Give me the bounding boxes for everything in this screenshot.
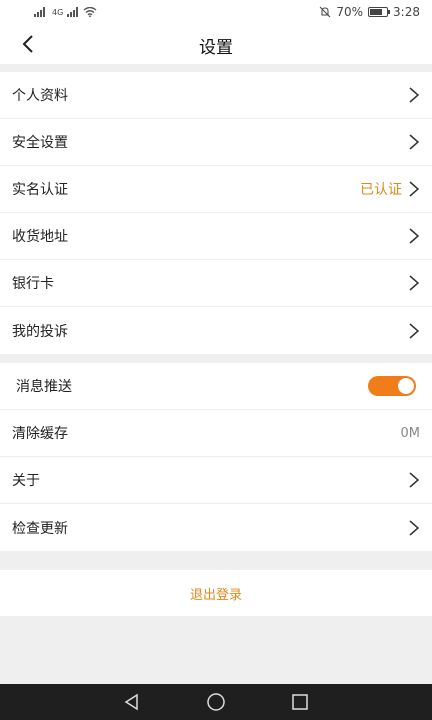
- status-right: 70% 3:28: [319, 5, 420, 19]
- mute-icon: [320, 6, 331, 18]
- clock: 3:28: [393, 5, 420, 19]
- row-clear-cache[interactable]: 清除缓存 0M: [0, 410, 432, 457]
- row-address[interactable]: 收货地址: [0, 213, 432, 260]
- row-label: 我的投诉: [12, 323, 68, 340]
- wifi-icon: [83, 7, 97, 17]
- row-label: 消息推送: [16, 379, 72, 395]
- chevron-right-icon: [409, 322, 420, 339]
- row-label: 检查更新: [12, 520, 68, 537]
- nav-bar: 设置: [0, 24, 432, 64]
- row-label: 安全设置: [12, 135, 68, 151]
- row-label: 关于: [12, 473, 40, 489]
- recents-square-icon: [292, 694, 308, 710]
- row-complaints[interactable]: 我的投诉: [0, 307, 432, 354]
- network-type: 4G: [52, 7, 64, 17]
- system-nav-bar: [0, 684, 432, 720]
- system-home-button[interactable]: [204, 690, 228, 714]
- battery-percent: 70%: [336, 5, 364, 19]
- row-real-name[interactable]: 实名认证 已认证: [0, 166, 432, 213]
- system-back-button[interactable]: [120, 690, 144, 714]
- row-security[interactable]: 安全设置: [0, 119, 432, 166]
- row-label: 个人资料: [12, 88, 68, 104]
- logout-button[interactable]: 退出登录: [0, 570, 432, 616]
- chevron-right-icon: [409, 228, 420, 244]
- app-settings-group: 消息推送 清除缓存 0M 关于 检查更新: [0, 363, 432, 551]
- row-label: 实名认证: [12, 182, 68, 198]
- back-triangle-icon: [124, 693, 138, 711]
- cache-size: 0M: [400, 425, 421, 441]
- row-check-update[interactable]: 检查更新: [0, 504, 432, 551]
- toggle-knob: [398, 378, 414, 394]
- chevron-right-icon: [409, 519, 420, 536]
- push-toggle[interactable]: [368, 376, 416, 396]
- row-bank-card[interactable]: 银行卡: [0, 260, 432, 307]
- chevron-right-icon: [409, 134, 420, 150]
- status-left: 4G: [34, 7, 97, 17]
- page-title: 设置: [199, 38, 233, 58]
- row-push: 消息推送: [0, 363, 432, 410]
- signal-icon: [67, 7, 79, 17]
- row-label: 收货地址: [12, 229, 68, 245]
- home-circle-icon: [207, 693, 225, 711]
- row-about[interactable]: 关于: [0, 457, 432, 504]
- row-label: 银行卡: [12, 276, 54, 292]
- status-bar: 4G 70% 3:28: [0, 0, 432, 24]
- row-label: 清除缓存: [12, 426, 68, 442]
- verified-status: 已认证: [360, 182, 402, 198]
- system-recents-button[interactable]: [288, 690, 312, 714]
- chevron-right-icon: [409, 181, 420, 197]
- chevron-right-icon: [409, 275, 420, 291]
- row-profile[interactable]: 个人资料: [0, 72, 432, 119]
- signal-icon: [34, 7, 45, 17]
- account-settings-group: 个人资料 安全设置 实名认证 已认证 收货地址 银行卡 我的投诉: [0, 72, 432, 354]
- row-right: 已认证: [360, 179, 420, 199]
- battery-icon: [368, 7, 391, 17]
- chevron-right-icon: [409, 472, 420, 488]
- chevron-right-icon: [409, 87, 420, 103]
